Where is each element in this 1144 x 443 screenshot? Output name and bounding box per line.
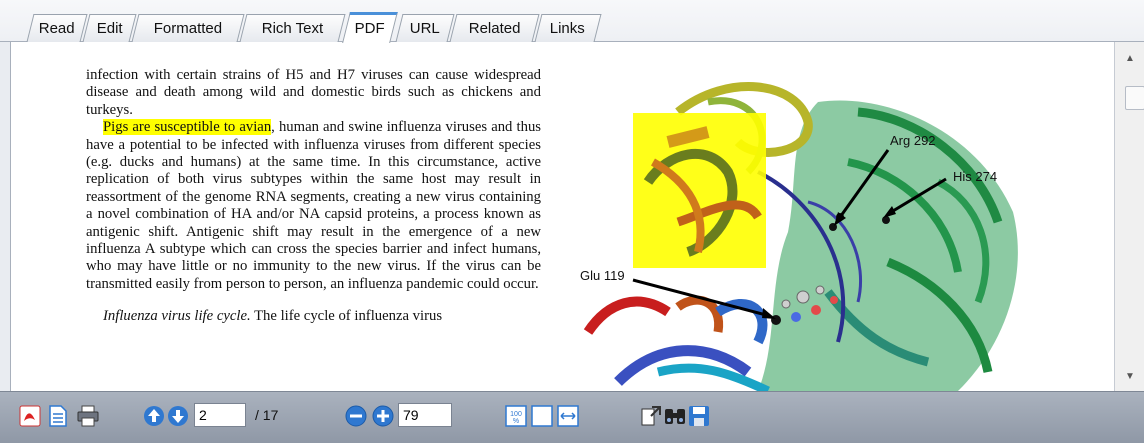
tab-read[interactable]: Read <box>26 14 88 42</box>
section-heading: Influenza virus life cycle. <box>103 308 251 325</box>
tab-label: Read <box>38 20 75 37</box>
pdf-viewer-app: Read Edit Formatted Rich Text PDF URL Re… <box>0 0 1144 443</box>
highlighted-text[interactable]: Pigs are susceptible to avian <box>103 119 272 136</box>
save-icon[interactable] <box>688 405 710 427</box>
tab-formatted[interactable]: Formatted <box>131 14 245 42</box>
scroll-down-arrow-icon[interactable]: ▼ <box>1123 370 1137 384</box>
paragraph-3-text: The life cycle of influenza virus <box>250 308 443 325</box>
tab-pdf[interactable]: PDF <box>342 12 398 43</box>
tab-label: URL <box>409 20 440 37</box>
tab-url[interactable]: URL <box>395 14 455 42</box>
scroll-up-arrow-icon[interactable]: ▲ <box>1123 52 1137 66</box>
zoom-out-icon[interactable] <box>345 405 367 427</box>
svg-text:%: % <box>513 418 519 425</box>
svg-text:100: 100 <box>510 411 522 418</box>
page-down-icon[interactable] <box>167 405 189 427</box>
tab-links[interactable]: Links <box>534 14 602 42</box>
document-icon[interactable] <box>47 405 69 427</box>
tab-related[interactable]: Related <box>449 14 540 42</box>
paragraph-3: Influenza virus life cycle. The life cyc… <box>86 308 541 325</box>
page-total-label: / 17 <box>255 407 279 423</box>
tab-label: Rich Text <box>261 20 323 37</box>
tab-rich-text[interactable]: Rich Text <box>239 14 346 42</box>
zoom-in-icon[interactable] <box>372 405 394 427</box>
find-icon[interactable] <box>664 405 686 427</box>
label-his-274: His 274 <box>953 169 997 184</box>
print-icon[interactable] <box>77 405 99 427</box>
page-number-input[interactable]: 2 <box>194 403 246 427</box>
export-icon[interactable] <box>640 405 662 427</box>
protein-structure-figure: Arg 292 His 274 Glu 119 <box>580 82 1018 391</box>
paragraph-1: infection with certain strains of H5 and… <box>86 67 541 118</box>
tab-edit[interactable]: Edit <box>82 14 137 42</box>
tab-label: PDF <box>354 20 385 37</box>
scrollbar-thumb[interactable] <box>1125 86 1144 110</box>
paragraph-2: Pigs are susceptible to avian, human and… <box>86 119 541 293</box>
tab-label: Edit <box>96 20 123 37</box>
actual-size-icon[interactable]: 100 % <box>505 405 527 427</box>
label-arg-292: Arg 292 <box>890 133 936 148</box>
vertical-scrollbar[interactable]: ▲ ▼ <box>1114 42 1144 391</box>
tab-bar: Read Edit Formatted Rich Text PDF URL Re… <box>0 0 1144 43</box>
pdf-icon[interactable] <box>19 405 41 427</box>
fit-page-icon[interactable] <box>531 405 553 427</box>
pdf-toolbar: 2 / 17 79 100 % <box>0 391 1144 443</box>
label-glu-119: Glu 119 <box>580 268 625 283</box>
pdf-page-view[interactable]: infection with certain strains of H5 and… <box>10 42 1114 391</box>
document-text-column: infection with certain strains of H5 and… <box>86 67 541 326</box>
tab-label: Related <box>468 20 521 37</box>
tab-label: Formatted <box>153 20 222 37</box>
fit-width-icon[interactable] <box>557 405 579 427</box>
paragraph-2-text: , human and swine influenza viruses and … <box>86 119 541 292</box>
page-up-icon[interactable] <box>143 405 165 427</box>
tab-label: Links <box>550 20 586 37</box>
zoom-level-input[interactable]: 79 <box>398 403 452 427</box>
